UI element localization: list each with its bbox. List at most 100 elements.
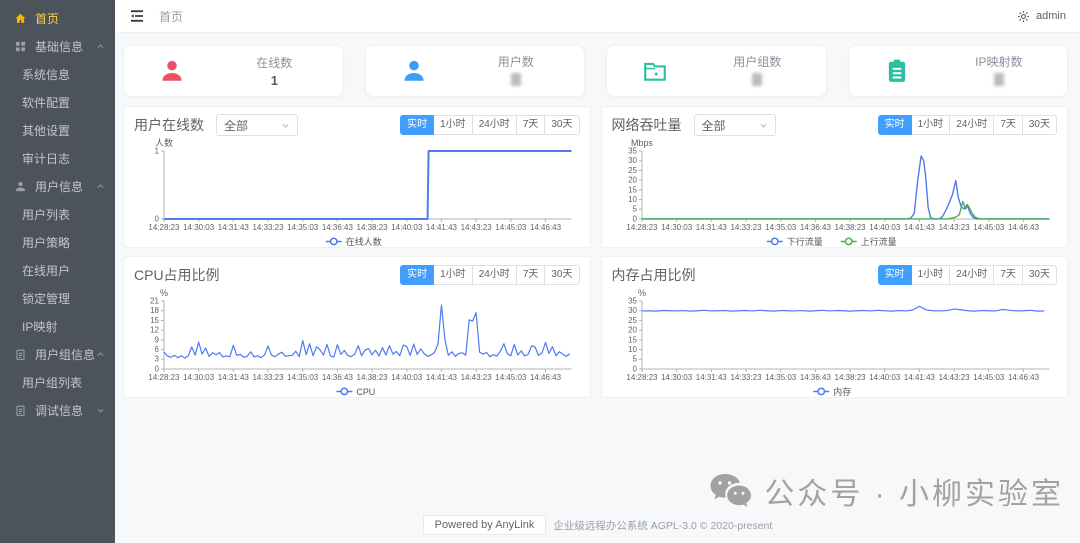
time-range-button[interactable]: 7天	[517, 265, 546, 285]
svg-text:14:33:23: 14:33:23	[730, 223, 762, 232]
svg-text:21: 21	[150, 297, 159, 306]
time-range-button[interactable]: 7天	[994, 115, 1023, 135]
sidebar-item-1[interactable]: 基础信息	[0, 32, 115, 60]
sidebar-subitem[interactable]: 用户策略	[0, 228, 115, 256]
svg-text:14:30:03: 14:30:03	[661, 223, 693, 232]
time-range-button[interactable]: 30天	[545, 265, 579, 285]
svg-text:14:40:03: 14:40:03	[869, 373, 901, 382]
svg-text:18: 18	[150, 306, 159, 315]
chart-card-3: 内存占用比例实时1小时24小时7天30天%0510152025303514:28…	[601, 256, 1069, 398]
stat-value-redacted	[462, 73, 570, 89]
filter-select[interactable]: 全部	[694, 114, 776, 136]
folder-icon	[607, 58, 703, 84]
chevron-down-icon	[96, 406, 105, 415]
svg-text:10: 10	[628, 195, 637, 204]
stat-label: 用户数	[462, 53, 570, 70]
time-range-button[interactable]: 1小时	[434, 265, 473, 285]
sidebar-subitem[interactable]: IP映射	[0, 312, 115, 340]
sidebar-item-3[interactable]: 用户组信息	[0, 340, 115, 368]
svg-text:20: 20	[628, 326, 637, 335]
svg-text:9: 9	[155, 335, 160, 344]
svg-text:35: 35	[628, 297, 637, 306]
time-range-button[interactable]: 24小时	[950, 115, 994, 135]
svg-text:14:38:23: 14:38:23	[834, 373, 866, 382]
svg-text:35: 35	[628, 147, 637, 156]
sidebar-item-0[interactable]: 首页	[0, 4, 115, 32]
user-solid-icon	[366, 58, 462, 84]
chevron-up-icon	[96, 42, 105, 51]
time-range-button[interactable]: 实时	[878, 265, 912, 285]
gear-icon[interactable]	[1017, 10, 1030, 23]
svg-text:14:31:43: 14:31:43	[695, 223, 727, 232]
time-range-button[interactable]: 1小时	[434, 115, 473, 135]
chevron-down-icon	[759, 121, 768, 130]
sidebar-subitem[interactable]: 系统信息	[0, 60, 115, 88]
time-range-button[interactable]: 24小时	[950, 265, 994, 285]
chart-canvas: Mbps0510152025303514:28:2314:30:0314:31:…	[612, 138, 1058, 248]
time-range-button[interactable]: 1小时	[912, 265, 951, 285]
sidebar: 首页基础信息系统信息软件配置其他设置审计日志用户信息用户列表用户策略在线用户锁定…	[0, 0, 115, 543]
svg-text:14:35:03: 14:35:03	[765, 373, 797, 382]
svg-text:20: 20	[628, 176, 637, 185]
sidebar-subitem-label: 用户策略	[22, 234, 70, 251]
sidebar-subitem[interactable]: 在线用户	[0, 256, 115, 284]
time-range-button[interactable]: 24小时	[473, 265, 517, 285]
stat-value-redacted	[945, 73, 1053, 89]
stat-card-0: 在线数1	[123, 45, 344, 97]
svg-text:14:30:03: 14:30:03	[661, 373, 693, 382]
svg-text:30: 30	[628, 306, 637, 315]
time-range-group: 实时1小时24小时7天30天	[400, 265, 579, 285]
stat-label: 用户组数	[703, 53, 811, 70]
user-menu[interactable]: admin	[1036, 10, 1066, 22]
sidebar-item-2[interactable]: 用户信息	[0, 172, 115, 200]
sidebar-subitem[interactable]: 审计日志	[0, 144, 115, 172]
sidebar-subitem[interactable]: 用户组列表	[0, 368, 115, 396]
user-icon	[14, 180, 27, 193]
watermark: 公众号 · 小柳实验室	[708, 469, 1064, 513]
content: 在线数1用户数用户组数IP映射数 用户在线数全部实时1小时24小时7天30天人数…	[115, 33, 1080, 543]
chart-title: 用户在线数	[134, 115, 204, 135]
time-range-button[interactable]: 7天	[994, 265, 1023, 285]
filter-select[interactable]: 全部	[216, 114, 298, 136]
stat-card-1: 用户数	[365, 45, 586, 97]
svg-text:14:45:03: 14:45:03	[973, 373, 1005, 382]
time-range-button[interactable]: 30天	[1023, 265, 1057, 285]
time-range-button[interactable]: 实时	[400, 265, 434, 285]
sidebar-subitem[interactable]: 其他设置	[0, 116, 115, 144]
chart-card-1: 网络吞吐量全部实时1小时24小时7天30天Mbps051015202530351…	[601, 106, 1069, 248]
svg-text:14:40:03: 14:40:03	[391, 223, 423, 232]
svg-text:14:38:23: 14:38:23	[357, 223, 389, 232]
svg-text:14:28:23: 14:28:23	[148, 223, 180, 232]
stat-label: 在线数	[220, 54, 328, 71]
svg-text:14:46:43: 14:46:43	[1007, 373, 1039, 382]
charts-grid: 用户在线数全部实时1小时24小时7天30天人数0114:28:2314:30:0…	[123, 106, 1068, 398]
svg-text:14:36:43: 14:36:43	[799, 223, 831, 232]
time-range-button[interactable]: 7天	[517, 115, 546, 135]
svg-text:14:45:03: 14:45:03	[495, 223, 527, 232]
time-range-button[interactable]: 实时	[400, 115, 434, 135]
collapse-menu-icon[interactable]	[129, 8, 145, 24]
svg-text:14:46:43: 14:46:43	[530, 373, 562, 382]
time-range-button[interactable]: 1小时	[912, 115, 951, 135]
sidebar-subitem[interactable]: 软件配置	[0, 88, 115, 116]
time-range-button[interactable]: 实时	[878, 115, 912, 135]
svg-text:14:31:43: 14:31:43	[218, 373, 250, 382]
sidebar-item-label: 首页	[35, 10, 59, 27]
home-icon	[14, 12, 27, 25]
sidebar-subitem-label: 在线用户	[22, 262, 70, 279]
grid-icon	[14, 40, 27, 53]
svg-text:30: 30	[628, 156, 637, 165]
sidebar-subitem[interactable]: 用户列表	[0, 200, 115, 228]
time-range-button[interactable]: 30天	[545, 115, 579, 135]
sidebar-subitem-label: 用户列表	[22, 206, 70, 223]
svg-text:14:38:23: 14:38:23	[834, 223, 866, 232]
time-range-button[interactable]: 30天	[1023, 115, 1057, 135]
svg-text:14:36:43: 14:36:43	[322, 223, 354, 232]
powered-by-link[interactable]: Powered by AnyLink	[423, 515, 547, 535]
svg-text:CPU: CPU	[356, 387, 375, 397]
time-range-group: 实时1小时24小时7天30天	[878, 115, 1057, 135]
sidebar-subitem-label: 软件配置	[22, 94, 70, 111]
sidebar-item-4[interactable]: 调试信息	[0, 396, 115, 424]
time-range-button[interactable]: 24小时	[473, 115, 517, 135]
sidebar-subitem[interactable]: 锁定管理	[0, 284, 115, 312]
